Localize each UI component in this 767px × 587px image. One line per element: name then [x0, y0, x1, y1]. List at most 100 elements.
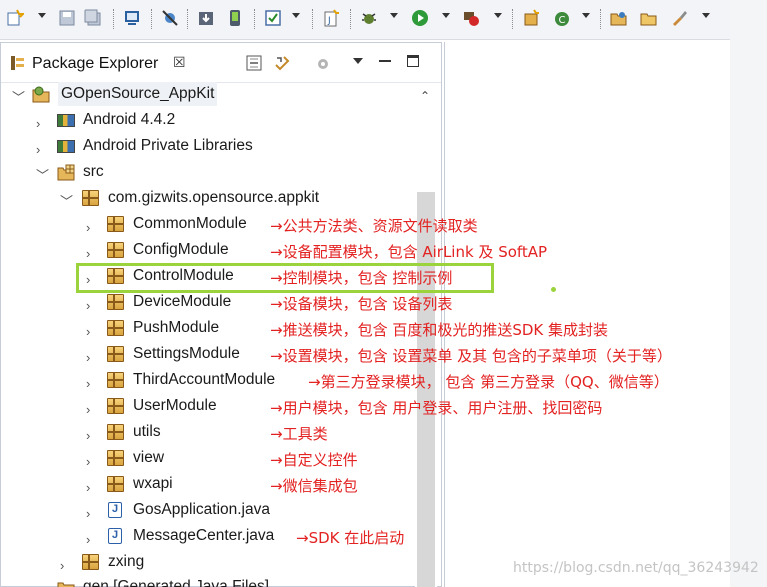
collapse-arrow-icon[interactable]: › — [86, 476, 90, 500]
annotation-text: 推送模块，包含 百度和极光的推送SDK 集成封装 — [282, 321, 609, 339]
collapse-arrow-icon[interactable]: › — [86, 450, 90, 474]
tree-item-private-libs[interactable]: › Android Private Libraries — [0, 134, 410, 158]
annotation-text: 用户模块，包含 用户登录、用户注册、找回密码 — [282, 399, 603, 417]
collapse-arrow-icon[interactable]: › — [86, 320, 90, 344]
view-menu-icon[interactable] — [353, 58, 363, 64]
annotation-text: 工具类 — [282, 425, 328, 443]
annotation-wxapi: →微信集成包 — [270, 475, 358, 496]
arrow-icon: → — [270, 477, 283, 495]
annotation-text: 公共方法类、资源文件读取类 — [282, 217, 478, 235]
generated-folder-icon — [57, 579, 75, 587]
expand-arrow-icon[interactable]: ﹀ — [60, 190, 73, 214]
brush-dropdown-icon[interactable] — [702, 13, 710, 18]
control-module-highlight — [76, 263, 494, 293]
open-type-icon[interactable] — [610, 9, 628, 29]
annotation-user-module: →用户模块，包含 用户登录、用户注册、找回密码 — [270, 397, 602, 418]
arrow-icon: → — [270, 243, 283, 261]
tree-item-label: com.gizwits.opensource.appkit — [108, 189, 320, 206]
annotation-config-module: →设备配置模块，包含 AirLink 及 SoftAP — [270, 241, 547, 262]
library-icon — [57, 114, 75, 127]
open-folder-icon[interactable] — [640, 9, 658, 29]
package-icon — [107, 398, 124, 414]
maximize-icon[interactable] — [407, 55, 419, 67]
tree-item-utils[interactable]: › utils — [0, 420, 410, 444]
collapse-arrow-icon[interactable]: › — [86, 346, 90, 370]
collapse-arrow-icon[interactable]: › — [86, 294, 90, 318]
arrow-icon: → — [270, 295, 283, 313]
panel-title[interactable]: Package Explorer — [32, 55, 158, 73]
window-edge — [730, 0, 767, 587]
svg-text:J: J — [327, 16, 331, 26]
tree-item-src[interactable]: ﹀ src — [0, 160, 410, 184]
panel-header: Package Explorer ☒ — [1, 43, 441, 83]
tree-item-root-package[interactable]: ﹀ com.gizwits.opensource.appkit — [0, 186, 410, 210]
source-folder-icon — [57, 164, 75, 181]
package-icon — [107, 424, 124, 440]
collapse-arrow-icon[interactable]: › — [36, 579, 40, 587]
new-package-icon[interactable] — [522, 9, 540, 29]
annotation-text: 设备配置模块，包含 AirLink 及 SoftAP — [282, 243, 548, 261]
checkbox-icon[interactable] — [264, 9, 282, 29]
run-icon[interactable] — [411, 9, 429, 29]
download-icon[interactable] — [197, 9, 215, 29]
tree-item-gen[interactable]: › gen [Generated Java Files] — [0, 575, 410, 587]
tree-item-label: utils — [133, 423, 161, 440]
new-class-icon[interactable]: C — [553, 9, 571, 29]
collapse-all-icon[interactable] — [245, 54, 263, 76]
external-tools-dropdown-icon[interactable] — [494, 13, 502, 18]
close-view-icon[interactable]: ☒ — [173, 54, 186, 71]
package-icon — [82, 190, 99, 206]
java-file-icon: J — [108, 502, 122, 518]
save-icon[interactable] — [58, 9, 76, 29]
tree-item-label: gen [Generated Java Files] — [83, 578, 270, 587]
tree-item-gos-application[interactable]: › J GosApplication.java — [0, 498, 410, 522]
tree-item-label: SettingsModule — [133, 345, 240, 362]
tree-item-project[interactable]: ﹀ GOpenSource_AppKit — [0, 82, 410, 106]
android-device-icon[interactable] — [226, 9, 244, 29]
tree-item-zxing[interactable]: › zxing — [0, 550, 410, 574]
new-icon[interactable] — [6, 9, 26, 29]
tree-item-label: PushModule — [133, 319, 220, 336]
console-icon[interactable] — [123, 9, 141, 29]
expand-arrow-icon[interactable]: ﹀ — [12, 86, 25, 110]
save-all-icon[interactable] — [84, 9, 102, 29]
checkbox-dropdown-icon[interactable] — [292, 13, 300, 18]
collapse-arrow-icon[interactable]: › — [86, 502, 90, 526]
annotation-settings-module: →设置模块，包含 设置菜单 及其 包含的子菜单项（关于等） — [270, 345, 672, 366]
tree-item-android-sdk[interactable]: › Android 4.4.2 — [0, 108, 410, 132]
annotation-common-module: →公共方法类、资源文件读取类 — [270, 215, 478, 236]
new-dropdown-icon[interactable] — [38, 13, 46, 18]
external-tools-icon[interactable] — [462, 9, 480, 29]
scroll-up-icon[interactable]: ⌃ — [420, 89, 430, 103]
minimize-icon[interactable] — [379, 60, 391, 62]
annotation-text: SDK 在此启动 — [308, 529, 405, 547]
collapse-arrow-icon[interactable]: › — [36, 138, 40, 162]
java-file-icon: J — [108, 528, 122, 544]
tree-item-label: UserModule — [133, 397, 217, 414]
debug-dropdown-icon[interactable] — [390, 13, 398, 18]
annotation-third-account-module: →第三方登录模块， 包含 第三方登录（QQ、微信等） — [308, 371, 669, 392]
collapse-arrow-icon[interactable]: › — [86, 372, 90, 396]
annotation-text: 微信集成包 — [282, 477, 358, 495]
annotation-push-module: →推送模块，包含 百度和极光的推送SDK 集成封装 — [270, 319, 608, 340]
arrow-icon: → — [270, 217, 283, 235]
tree-item-label: zxing — [108, 553, 145, 570]
package-icon — [107, 476, 124, 492]
new-java-icon[interactable]: J — [322, 9, 340, 29]
brush-icon[interactable] — [670, 9, 688, 29]
collapse-arrow-icon[interactable]: › — [86, 528, 90, 552]
collapse-arrow-icon[interactable]: › — [86, 398, 90, 422]
link-with-editor-icon[interactable] — [273, 54, 291, 76]
watermark: https://blog.csdn.net/qq_36243942 — [513, 560, 759, 576]
new-class-dropdown-icon[interactable] — [582, 13, 590, 18]
collapse-arrow-icon[interactable]: › — [36, 112, 40, 136]
collapse-arrow-icon[interactable]: › — [86, 216, 90, 240]
debug-icon[interactable] — [360, 9, 378, 29]
run-dropdown-icon[interactable] — [442, 13, 450, 18]
main-toolbar: J C — [0, 0, 730, 40]
expand-arrow-icon[interactable]: ﹀ — [36, 164, 49, 188]
skip-breakpoints-icon[interactable] — [161, 9, 179, 29]
focus-icon[interactable] — [315, 55, 331, 75]
library-icon — [57, 140, 75, 153]
collapse-arrow-icon[interactable]: › — [86, 424, 90, 448]
